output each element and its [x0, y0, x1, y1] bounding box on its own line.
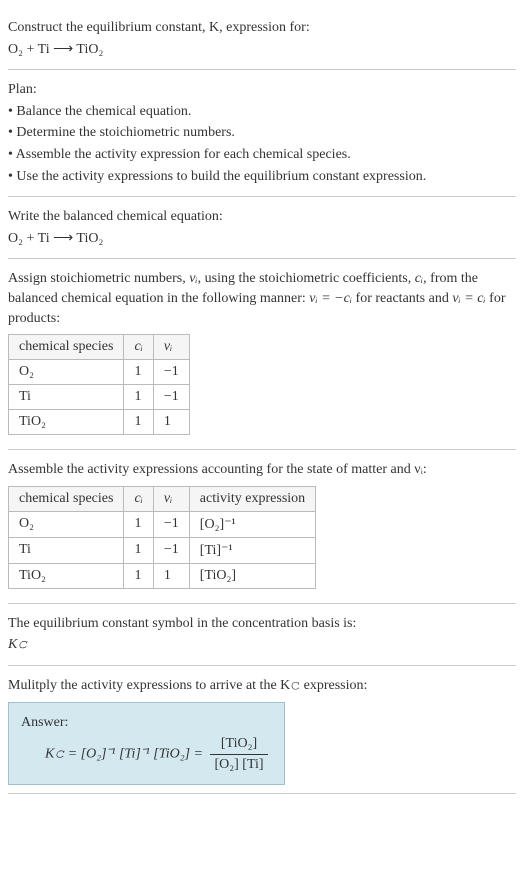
answer-heading: Mulitply the activity expressions to arr… [8, 676, 516, 696]
col-activity: activity expression [189, 486, 315, 511]
stoich-text-c: , using the stoichiometric coefficients, [198, 271, 415, 286]
cell-ci: 1 [124, 563, 153, 588]
plan-item-4: • Use the activity expressions to build … [8, 167, 516, 187]
cell-ci: 1 [124, 511, 153, 537]
table-row: Ti 1 −1 [Ti]⁻¹ [9, 537, 316, 563]
plan-item-1: • Balance the chemical equation. [8, 102, 516, 122]
col-vi: νᵢ [153, 335, 189, 360]
balanced-heading: Write the balanced chemical equation: [8, 207, 516, 227]
section-balanced: Write the balanced chemical equation: O₂… [8, 197, 516, 259]
cell-ci: 1 [124, 360, 153, 385]
stoich-text-h: νᵢ = cᵢ [452, 291, 485, 306]
table-row: TiO₂ 1 1 [TiO₂] [9, 563, 316, 588]
plan-item-3: • Assemble the activity expression for e… [8, 145, 516, 165]
fraction-denominator: [O₂] [Ti] [210, 755, 267, 775]
col-vi: νᵢ [153, 486, 189, 511]
prompt-equation: O₂ + Ti ⟶ TiO₂ [8, 40, 516, 60]
section-symbol: The equilibrium constant symbol in the c… [8, 604, 516, 666]
stoich-table: chemical species cᵢ νᵢ O₂ 1 −1 Ti 1 −1 T… [8, 334, 190, 435]
col-species: chemical species [9, 486, 124, 511]
table-row: TiO₂ 1 1 [9, 410, 190, 435]
prompt-line-1: Construct the equilibrium constant, K, e… [8, 18, 516, 38]
answer-fraction: [TiO₂] [O₂] [Ti] [210, 734, 267, 774]
cell-vi: 1 [153, 410, 189, 435]
col-species: chemical species [9, 335, 124, 360]
section-stoich: Assign stoichiometric numbers, νᵢ, using… [8, 259, 516, 450]
cell-species: Ti [9, 537, 124, 563]
activity-table: chemical species cᵢ νᵢ activity expressi… [8, 486, 316, 589]
table-header-row: chemical species cᵢ νᵢ [9, 335, 190, 360]
table-header-row: chemical species cᵢ νᵢ activity expressi… [9, 486, 316, 511]
activity-heading: Assemble the activity expressions accoun… [8, 460, 516, 480]
stoich-text-f: νᵢ = −cᵢ [309, 291, 352, 306]
cell-activity: [Ti]⁻¹ [189, 537, 315, 563]
cell-vi: 1 [153, 563, 189, 588]
cell-vi: −1 [153, 537, 189, 563]
cell-vi: −1 [153, 511, 189, 537]
stoich-text-g: for reactants and [352, 291, 452, 306]
table-row: O₂ 1 −1 [O₂]⁻¹ [9, 511, 316, 537]
balanced-equation: O₂ + Ti ⟶ TiO₂ [8, 229, 516, 249]
cell-species: TiO₂ [9, 563, 124, 588]
answer-box: Answer: K𝚌 = [O₂]⁻¹ [Ti]⁻¹ [TiO₂] = [TiO… [8, 702, 285, 786]
col-ci: cᵢ [124, 335, 153, 360]
cell-ci: 1 [124, 537, 153, 563]
cell-vi: −1 [153, 360, 189, 385]
section-answer: Mulitply the activity expressions to arr… [8, 666, 516, 794]
plan-item-2: • Determine the stoichiometric numbers. [8, 123, 516, 143]
table-row: Ti 1 −1 [9, 385, 190, 410]
stoich-text-b: νᵢ [189, 271, 197, 286]
cell-ci: 1 [124, 385, 153, 410]
answer-label: Answer: [21, 713, 272, 733]
cell-ci: 1 [124, 410, 153, 435]
col-ci: cᵢ [124, 486, 153, 511]
section-plan: Plan: • Balance the chemical equation. •… [8, 70, 516, 197]
symbol-value: K𝚌 [8, 635, 516, 655]
cell-species: Ti [9, 385, 124, 410]
cell-vi: −1 [153, 385, 189, 410]
section-prompt: Construct the equilibrium constant, K, e… [8, 8, 516, 70]
answer-equation: K𝚌 = [O₂]⁻¹ [Ti]⁻¹ [TiO₂] = [TiO₂] [O₂] … [45, 734, 272, 774]
section-activity: Assemble the activity expressions accoun… [8, 450, 516, 604]
stoich-text: Assign stoichiometric numbers, νᵢ, using… [8, 269, 516, 328]
symbol-heading: The equilibrium constant symbol in the c… [8, 614, 516, 634]
cell-species: O₂ [9, 511, 124, 537]
cell-species: O₂ [9, 360, 124, 385]
cell-species: TiO₂ [9, 410, 124, 435]
fraction-numerator: [TiO₂] [210, 734, 267, 755]
cell-activity: [O₂]⁻¹ [189, 511, 315, 537]
stoich-text-d: cᵢ [415, 271, 423, 286]
table-row: O₂ 1 −1 [9, 360, 190, 385]
cell-activity: [TiO₂] [189, 563, 315, 588]
stoich-text-a: Assign stoichiometric numbers, [8, 271, 189, 286]
plan-heading: Plan: [8, 80, 516, 100]
answer-eq-left: K𝚌 = [O₂]⁻¹ [Ti]⁻¹ [TiO₂] = [45, 746, 206, 761]
